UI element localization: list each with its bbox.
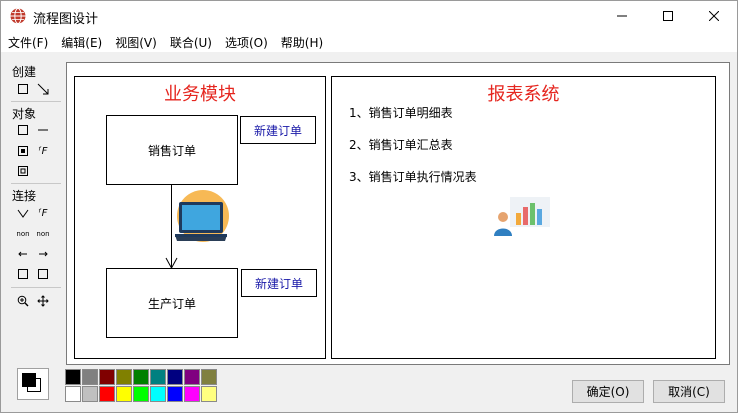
production-order-node[interactable]: 生产订单 <box>106 268 238 338</box>
palette-swatch[interactable] <box>65 369 81 385</box>
object-rectangle-tool[interactable] <box>15 122 31 138</box>
cancel-button[interactable]: 取消(C) <box>653 380 725 403</box>
non-label: non <box>36 230 50 238</box>
report-item-sales-detail[interactable]: 1、销售订单明细表 <box>349 104 453 121</box>
palette-swatch[interactable] <box>116 386 132 402</box>
palette-swatch[interactable] <box>184 369 200 385</box>
right-arrow-icon <box>39 251 48 257</box>
report-item-sales-execution[interactable]: 3、销售订单执行情况表 <box>349 168 477 185</box>
toolbox-create-label: 创建 <box>12 65 37 79</box>
connect-box-tool-a[interactable] <box>15 266 31 282</box>
menu-help[interactable]: 帮助(H) <box>274 31 329 52</box>
connect-text-tool[interactable]: ᶠF <box>35 205 51 221</box>
palette-swatch[interactable] <box>167 369 183 385</box>
palette-swatch[interactable] <box>167 386 183 402</box>
minimize-button[interactable] <box>599 1 645 31</box>
object-text-tool[interactable]: ᶠF <box>35 143 51 159</box>
zoom-icon <box>17 295 29 307</box>
move-icon <box>37 295 49 307</box>
zoom-tool[interactable] <box>15 293 31 309</box>
connect-polyline-tool[interactable] <box>15 205 31 221</box>
palette-swatch[interactable] <box>201 386 217 402</box>
sales-order-node[interactable]: 销售订单 <box>106 115 238 185</box>
color-palette <box>65 369 217 402</box>
new-order-button-bottom[interactable]: 新建订单 <box>241 269 317 297</box>
new-order-button-top[interactable]: 新建订单 <box>240 116 316 144</box>
text-tool-icon: ᶠF <box>38 145 48 157</box>
title-bar: 流程图设计 <box>1 1 737 31</box>
toolbox-separator <box>11 101 61 102</box>
palette-swatch[interactable] <box>133 386 149 402</box>
rectangle-icon <box>18 269 28 279</box>
connect-left-arrow-tool[interactable] <box>15 246 31 262</box>
maximize-icon <box>663 11 673 21</box>
maximize-button[interactable] <box>645 1 691 31</box>
polyline-icon <box>17 209 29 218</box>
menu-view[interactable]: 视图(V) <box>108 31 163 52</box>
minimize-icon <box>617 15 627 17</box>
close-button[interactable] <box>691 1 737 31</box>
frame-icon <box>18 166 28 176</box>
menu-union[interactable]: 联合(U) <box>163 31 218 52</box>
flowchart-design-window: 流程图设计 文件(F) 编辑(E) 视图(V) 联合(U) 选项(O) 帮助(H… <box>0 0 738 413</box>
image-box-icon <box>18 146 28 156</box>
text-tool-icon: ᶠF <box>38 207 48 219</box>
design-canvas[interactable]: 业务模块 销售订单 新建订单 生产订单 新建订单 报表系统 1、销售订单明细表 … <box>66 62 730 365</box>
toolbox: 创建 对象 ᶠF 连接 ᶠF non non <box>5 59 61 359</box>
menu-bar: 文件(F) 编辑(E) 视图(V) 联合(U) 选项(O) 帮助(H) <box>1 31 737 52</box>
palette-swatch[interactable] <box>82 369 98 385</box>
palette-swatch[interactable] <box>99 369 115 385</box>
object-image-tool[interactable] <box>15 143 31 159</box>
menu-options[interactable]: 选项(O) <box>218 31 274 52</box>
report-system-panel[interactable]: 报表系统 1、销售订单明细表 2、销售订单汇总表 3、销售订单执行情况表 <box>331 76 716 359</box>
palette-swatch[interactable] <box>65 386 81 402</box>
move-tool[interactable] <box>35 293 51 309</box>
toolbox-object-label: 对象 <box>12 107 37 121</box>
menu-file[interactable]: 文件(F) <box>1 31 54 52</box>
left-arrow-icon <box>18 251 27 257</box>
toolbox-separator <box>11 287 61 288</box>
close-icon <box>709 11 719 21</box>
menu-edit[interactable]: 编辑(E) <box>54 31 108 52</box>
non-label: non <box>16 230 30 238</box>
report-system-title: 报表系统 <box>487 84 560 105</box>
create-line-tool[interactable] <box>35 81 51 97</box>
create-rectangle-tool[interactable] <box>15 81 31 97</box>
palette-swatch[interactable] <box>116 369 132 385</box>
object-frame-tool[interactable] <box>15 163 31 179</box>
connect-non-tool-b[interactable]: non <box>33 226 53 242</box>
rectangle-icon <box>38 269 48 279</box>
computer-icon <box>175 190 229 242</box>
palette-swatch[interactable] <box>99 386 115 402</box>
palette-swatch[interactable] <box>150 386 166 402</box>
horizontal-line-icon <box>38 129 48 131</box>
connect-non-tool-a[interactable]: non <box>13 226 33 242</box>
foreground-color-swatch <box>22 373 36 387</box>
toolbox-connect-label: 连接 <box>12 189 37 203</box>
rectangle-icon <box>18 84 28 94</box>
object-line-tool[interactable] <box>35 122 51 138</box>
connect-box-tool-b[interactable] <box>35 266 51 282</box>
palette-swatch[interactable] <box>82 386 98 402</box>
window-title: 流程图设计 <box>33 12 99 27</box>
report-item-sales-summary[interactable]: 2、销售订单汇总表 <box>349 136 453 153</box>
palette-swatch[interactable] <box>133 369 149 385</box>
palette-swatch[interactable] <box>150 369 166 385</box>
palette-swatch[interactable] <box>201 369 217 385</box>
connect-right-arrow-tool[interactable] <box>35 246 51 262</box>
business-module-title: 业务模块 <box>164 84 236 105</box>
current-color-picker[interactable] <box>17 368 49 400</box>
palette-swatch[interactable] <box>184 386 200 402</box>
business-module-panel[interactable]: 业务模块 销售订单 新建订单 生产订单 新建订单 <box>74 76 326 359</box>
ok-button[interactable]: 确定(O) <box>572 380 644 403</box>
toolbox-separator <box>11 183 61 184</box>
rectangle-icon <box>18 125 28 135</box>
diagonal-arrow-icon <box>37 83 49 95</box>
report-presenter-icon <box>494 197 550 236</box>
app-globe-icon <box>10 8 26 24</box>
